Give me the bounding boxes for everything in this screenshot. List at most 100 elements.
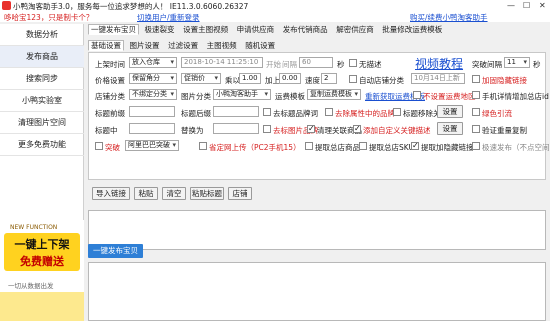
image-category-label: 图片分类 <box>181 92 211 101</box>
keyword-settings-button[interactable]: 设置 <box>437 105 463 118</box>
burst-interval-select[interactable]: 11 <box>504 57 530 68</box>
ad-illustration <box>0 292 84 321</box>
shop-category-select[interactable]: 不绑定分类 <box>129 89 177 100</box>
sidebar-item-publish[interactable]: 发布商品 <box>0 46 84 68</box>
freight-template-select[interactable]: 复制运费模板 <box>307 89 361 100</box>
close-icon[interactable]: ✕ <box>539 1 546 10</box>
extract-shop-goods-label: 提取总店商品 <box>315 143 360 152</box>
paste-button[interactable]: 粘贴 <box>134 187 158 200</box>
custom-desc-settings-button[interactable]: 设置 <box>437 122 463 135</box>
auto-shop-category-label: 自动店铺分类 <box>359 76 404 85</box>
freight-template-label: 运费模板 <box>275 92 305 101</box>
import-link-button[interactable]: 导入链接 <box>92 187 130 200</box>
sidebar-item-lab[interactable]: 小鸭实验室 <box>0 90 84 112</box>
sidebar-item-more[interactable]: 更多免费功能 <box>0 134 84 156</box>
extract-shop-goods-checkbox[interactable] <box>305 142 313 150</box>
tab-filter-settings[interactable]: 过滤设置 <box>165 40 201 51</box>
top-tabs: 一键发布宝贝 极速裂变 设置主图视频 申请供应商 发布代销商品 解密供应商 批量… <box>88 24 445 35</box>
add-label: 加上 <box>265 76 280 85</box>
main-panel: 一键发布宝贝 极速裂变 设置主图视频 申请供应商 发布代销商品 解密供应商 批量… <box>88 24 550 321</box>
clear-button[interactable]: 清空 <box>162 187 186 200</box>
datetime-input[interactable]: 2018-10-14 11:25:10 <box>181 57 263 68</box>
tab-random-settings[interactable]: 随机设置 <box>242 40 278 51</box>
price-rounding-select[interactable]: 保留角分 <box>129 73 177 84</box>
extract-shop-sku-checkbox[interactable] <box>359 142 367 150</box>
price-settings-label: 价格设置 <box>95 76 125 85</box>
burst-unit-label: 秒 <box>533 60 541 69</box>
ad-headline: 一键上下架 <box>14 238 70 251</box>
green-traffic-checkbox[interactable] <box>472 108 480 116</box>
window-title: 小鸭淘客助手3.0，服务每一位追求梦想的人！ IE11.3.0.6060.263… <box>13 2 249 11</box>
replace-with-input[interactable] <box>213 123 259 134</box>
seconds-label: 秒 <box>337 60 345 69</box>
verify-weight-checkbox[interactable] <box>472 125 480 133</box>
remove-brand-checkbox[interactable] <box>263 108 271 116</box>
paste-title-button[interactable]: 粘贴标题 <box>190 187 224 200</box>
buy-link[interactable]: 购买/续费小鸭淘客助手 <box>410 12 488 23</box>
speed-label: 速度 <box>305 76 320 85</box>
burst-interval-label: 突破间隔 <box>472 60 502 69</box>
extract-shop-sku-label: 提取总店SKU <box>369 143 414 152</box>
user-bar: 哆哈宝123，只是制卡个？ 切换用户/重新登录 购买/续费小鸭淘客助手 <box>0 12 550 22</box>
fast-publish-label: 极速发布（不点空间） <box>482 143 550 152</box>
image-category-select[interactable]: 小鸭淘客助手 <box>213 89 271 100</box>
mobile-detail-checkbox[interactable] <box>472 91 480 99</box>
title-prefix-label: 标题前缀 <box>95 109 125 118</box>
add-input[interactable]: 0.00 <box>279 73 301 84</box>
no-area-freight-label: 不设置运费地区 <box>423 92 476 101</box>
multiply-input[interactable]: 1.00 <box>239 73 261 84</box>
tab-basic-settings[interactable]: 基础设置 <box>88 40 124 51</box>
province-upload-checkbox[interactable] <box>199 142 207 150</box>
publish-button[interactable]: 一键发布宝贝 <box>88 244 143 258</box>
shelf-time-select[interactable]: 放入仓库 <box>129 57 177 68</box>
sidebar-item-data-analysis[interactable]: 数据分析 <box>0 24 84 46</box>
tab-one-click-publish[interactable]: 一键发布宝贝 <box>88 24 139 35</box>
title-suffix-input[interactable] <box>213 106 259 117</box>
custom-desc-checkbox[interactable] <box>353 124 361 133</box>
auto-shop-category-checkbox[interactable] <box>349 75 357 83</box>
link-list-area[interactable] <box>88 210 546 250</box>
video-tutorial-link[interactable]: 视频教程 <box>415 55 463 72</box>
green-traffic-label: 绿色引流 <box>482 109 512 118</box>
platform-select[interactable]: 阿里巴巴突破 <box>125 140 179 151</box>
interval-input[interactable]: 60 <box>299 57 333 68</box>
hide-link-checkbox[interactable] <box>472 75 480 83</box>
log-area[interactable] <box>88 262 546 321</box>
app-logo-icon <box>2 1 11 10</box>
shop-button[interactable]: 店铺 <box>228 187 252 200</box>
auto-shop-category-input[interactable]: 10月14日上新 <box>411 73 465 84</box>
speed-input[interactable]: 2 <box>321 73 337 84</box>
tab-supplier-apply[interactable]: 申请供应商 <box>234 24 278 35</box>
tab-main-video[interactable]: 设置主图视频 <box>180 24 231 35</box>
extract-hide-link-checkbox[interactable] <box>411 141 419 150</box>
tab-freight-batch[interactable]: 批量修改运费模板 <box>379 24 445 35</box>
sidebar-item-search-sync[interactable]: 搜索同步 <box>0 68 84 90</box>
tab-decrypt-supplier[interactable]: 解密供应商 <box>333 24 377 35</box>
no-desc-checkbox[interactable] <box>349 59 357 67</box>
tab-dropship[interactable]: 发布代销商品 <box>280 24 331 35</box>
hide-link-label: 加固隐藏链接 <box>482 76 527 85</box>
ad-tagline: NEW FUNCTION <box>10 224 58 231</box>
remove-img-brand-checkbox[interactable] <box>263 125 271 133</box>
filter-invalid-checkbox[interactable] <box>307 124 315 133</box>
tab-fast-split[interactable]: 极速裂变 <box>142 24 178 35</box>
tab-main-video-settings[interactable]: 主图视频 <box>204 40 240 51</box>
remove-keyword-checkbox[interactable] <box>393 108 401 116</box>
replace-with-label: 替换为 <box>181 126 204 135</box>
remove-attr-brand-checkbox[interactable] <box>325 108 333 116</box>
maximize-icon[interactable]: ☐ <box>523 1 530 10</box>
no-area-freight-checkbox[interactable] <box>413 91 421 99</box>
promo-ad[interactable]: NEW FUNCTION 一键上下架 免费赠送 一切从数据出发 <box>0 220 84 321</box>
minimize-icon[interactable]: — <box>507 1 515 10</box>
custom-desc-label: 添加自定义关键描述 <box>363 126 431 135</box>
sidebar-item-clean-images[interactable]: 清理图片空间 <box>0 112 84 134</box>
tab-image-settings[interactable]: 图片设置 <box>127 40 163 51</box>
switch-user-link[interactable]: 切换用户/重新登录 <box>137 12 200 23</box>
breakthrough-checkbox[interactable] <box>95 142 103 150</box>
title-prefix-input[interactable] <box>129 106 175 117</box>
fast-publish-checkbox[interactable] <box>472 142 480 150</box>
title-middle-input[interactable] <box>129 123 175 134</box>
ad-subheadline: 免费赠送 <box>20 255 64 268</box>
price-mode-select[interactable]: 促销价 <box>181 73 221 84</box>
breakthrough-label: 突破 <box>105 143 120 152</box>
